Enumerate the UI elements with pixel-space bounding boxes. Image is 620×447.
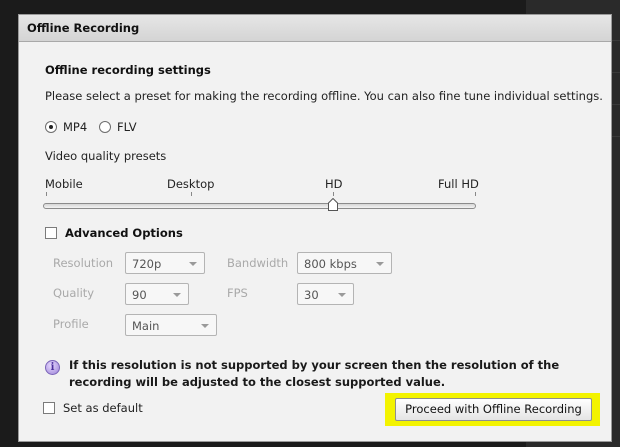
slider-tick <box>46 192 47 196</box>
resolution-notice: If this resolution is not supported by y… <box>69 358 560 389</box>
description-text: Please select a preset for making the re… <box>45 89 603 103</box>
preset-desktop[interactable]: Desktop <box>167 177 214 191</box>
offline-recording-dialog: Offline Recording Offline recording sett… <box>18 14 612 442</box>
advanced-options-checkbox[interactable] <box>45 227 57 239</box>
info-icon: i <box>45 360 60 375</box>
set-as-default-checkbox[interactable] <box>43 402 55 414</box>
resolution-select[interactable]: 720p <box>125 252 205 274</box>
slider-tick <box>475 192 476 196</box>
quality-slider-thumb[interactable] <box>328 198 338 211</box>
chevron-down-icon <box>338 293 346 297</box>
bandwidth-select[interactable]: 800 kbps <box>297 252 392 274</box>
mp4-label[interactable]: MP4 <box>63 120 87 134</box>
preset-full-hd[interactable]: Full HD <box>438 177 479 191</box>
profile-value: Main <box>132 319 160 333</box>
preset-mobile[interactable]: Mobile <box>45 177 83 191</box>
profile-label: Profile <box>53 317 89 331</box>
quality-value: 90 <box>132 288 147 302</box>
proceed-offline-recording-button[interactable]: Proceed with Offline Recording <box>395 398 592 421</box>
flv-label[interactable]: FLV <box>117 120 137 134</box>
chevron-down-icon <box>201 324 209 328</box>
fps-select[interactable]: 30 <box>297 283 354 305</box>
radio-selected-dot <box>49 125 53 129</box>
chevron-down-icon <box>376 262 384 266</box>
advanced-options-label[interactable]: Advanced Options <box>65 226 183 240</box>
chevron-down-icon <box>173 293 181 297</box>
chevron-down-icon <box>189 262 197 266</box>
quality-label: Quality <box>53 286 95 300</box>
quality-select[interactable]: 90 <box>125 283 189 305</box>
mp4-radio[interactable] <box>45 121 57 133</box>
presets-label: Video quality presets <box>45 149 167 163</box>
profile-select[interactable]: Main <box>125 314 217 336</box>
section-title: Offline recording settings <box>45 63 211 77</box>
bandwidth-value: 800 kbps <box>304 257 357 271</box>
bandwidth-label: Bandwidth <box>227 256 289 270</box>
preset-hd[interactable]: HD <box>325 177 343 191</box>
resolution-label: Resolution <box>53 256 114 270</box>
fps-label: FPS <box>227 286 248 300</box>
quality-slider-track[interactable] <box>43 203 476 209</box>
slider-tick <box>191 192 192 196</box>
slider-tick <box>333 192 334 196</box>
fps-value: 30 <box>304 288 319 302</box>
resolution-value: 720p <box>132 257 162 271</box>
flv-radio[interactable] <box>99 121 111 133</box>
set-as-default-label[interactable]: Set as default <box>63 401 143 415</box>
dialog-title: Offline Recording <box>19 15 611 42</box>
